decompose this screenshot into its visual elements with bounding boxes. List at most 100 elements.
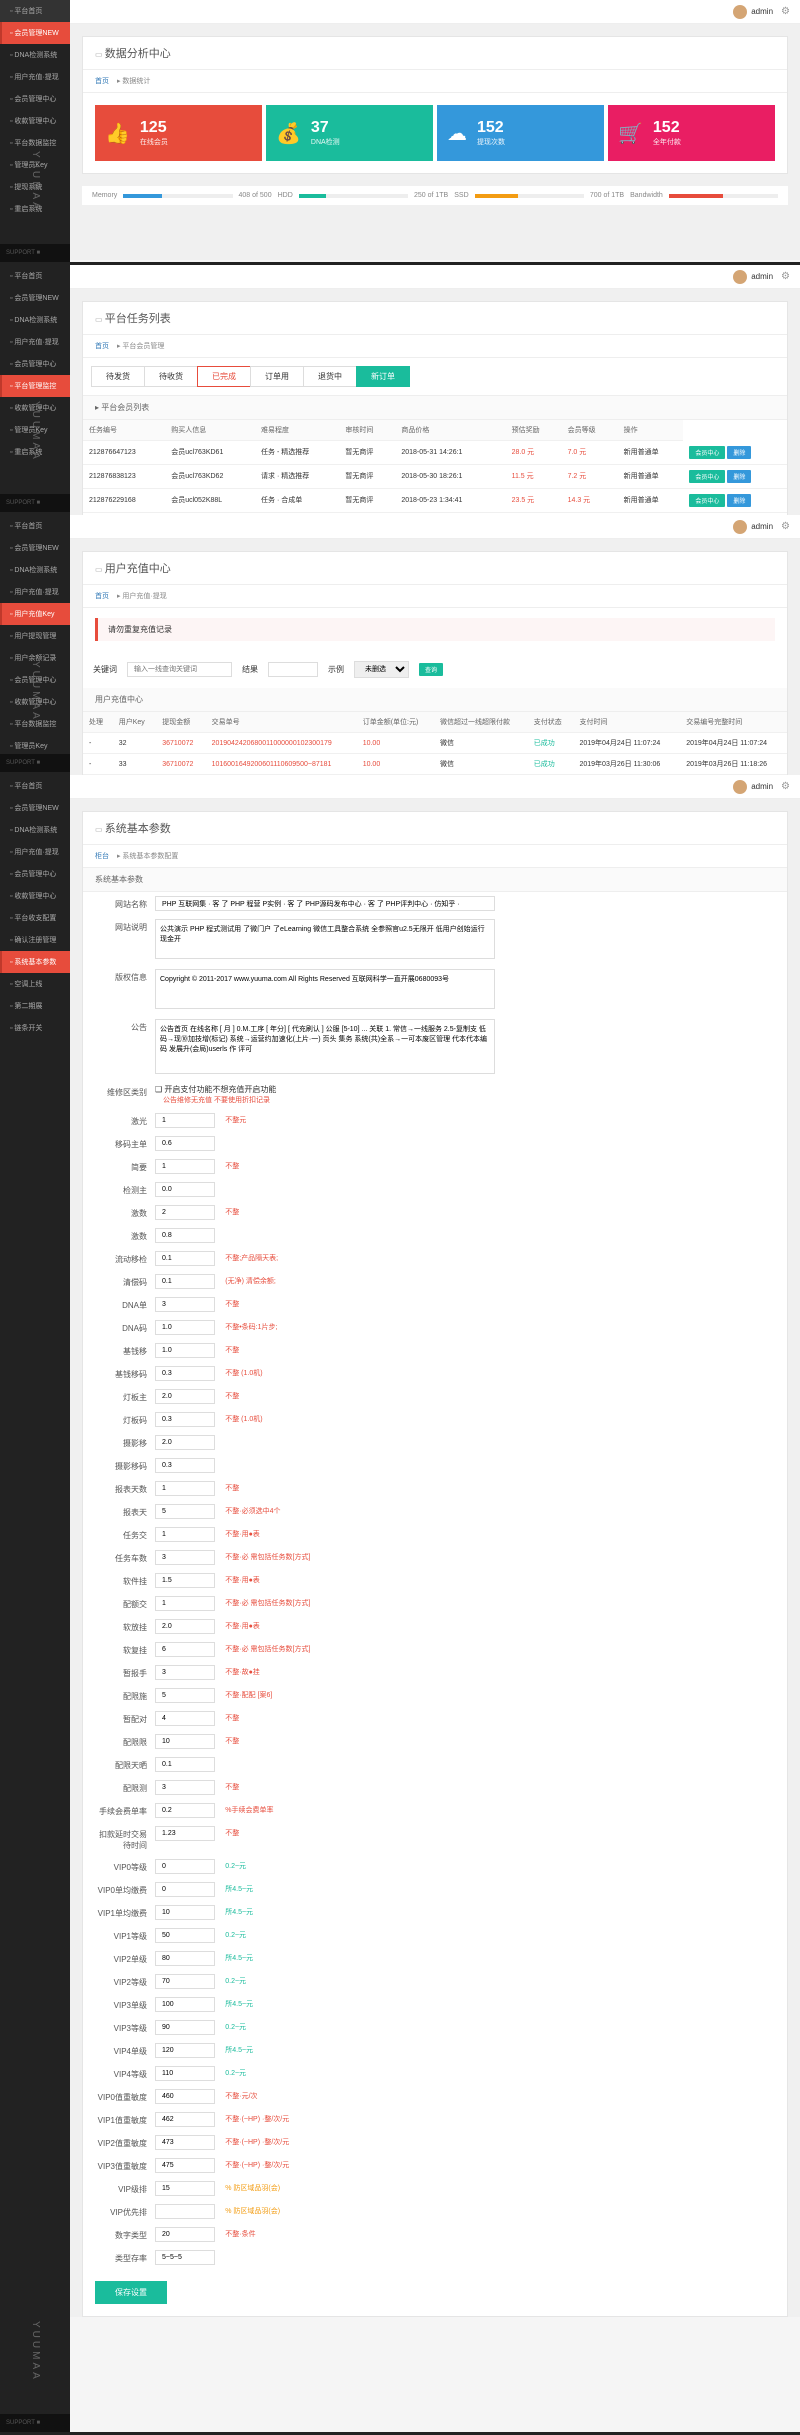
param-input[interactable]	[155, 2181, 215, 2196]
param-input[interactable]	[155, 1882, 215, 1897]
param-input[interactable]	[155, 1527, 215, 1542]
param-input[interactable]	[155, 1688, 215, 1703]
sidebar-item[interactable]: ▫ DNA检测系统	[0, 44, 70, 66]
param-input[interactable]	[155, 2112, 215, 2127]
param-input[interactable]	[155, 1803, 215, 1818]
param-input[interactable]	[155, 2066, 215, 2081]
param-input[interactable]	[155, 2089, 215, 2104]
sidebar-item[interactable]: ▫ 平台首页	[0, 0, 70, 22]
param-input[interactable]	[155, 1504, 215, 1519]
sidebar-item[interactable]: ▫ 会员管理NEW	[0, 22, 70, 44]
param-input[interactable]	[155, 2227, 215, 2242]
param-input[interactable]	[155, 1619, 215, 1634]
param-input[interactable]	[155, 1435, 215, 1450]
param-input[interactable]	[155, 1205, 215, 1220]
search-button[interactable]: 查询	[419, 663, 443, 676]
param-input[interactable]	[155, 1642, 215, 1657]
sidebar-item[interactable]: ▫ 会员管理中心	[0, 863, 70, 885]
param-input[interactable]	[155, 1458, 215, 1473]
crumb-home[interactable]: 柜台	[95, 853, 109, 860]
input-deduction[interactable]	[155, 1826, 215, 1841]
tab[interactable]: 退货中	[303, 366, 357, 387]
input-sitename[interactable]	[155, 896, 495, 911]
input-desc[interactable]: 公共演示 PHP 程式测试用 了微门户 了eLearning 微信工具整合系统 …	[155, 919, 495, 959]
sidebar-item[interactable]: ▫ 用户充值·提现	[0, 841, 70, 863]
sidebar-item[interactable]: ▫ 平台首页	[0, 515, 70, 537]
sidebar-item[interactable]: ▫ 收款管理中心	[0, 110, 70, 132]
delete-btn[interactable]: 删除	[727, 494, 751, 507]
gear-icon[interactable]: ⚙	[781, 6, 790, 17]
param-input[interactable]	[155, 1951, 215, 1966]
param-input[interactable]	[155, 2135, 215, 2150]
sidebar-item[interactable]: ▫ 第二期展	[0, 995, 70, 1017]
member-center-btn[interactable]: 会员中心	[689, 494, 725, 507]
param-input[interactable]	[155, 1905, 215, 1920]
param-input[interactable]	[155, 1320, 215, 1335]
tab[interactable]: 待收货	[144, 366, 198, 387]
tab[interactable]: 新订单	[356, 366, 410, 387]
param-input[interactable]	[155, 1997, 215, 2012]
param-input[interactable]	[155, 1251, 215, 1266]
delete-btn[interactable]: 删除	[727, 470, 751, 483]
param-input[interactable]	[155, 1113, 215, 1128]
sidebar-item[interactable]: ▫ 确认注册管理	[0, 929, 70, 951]
avatar[interactable]	[733, 5, 747, 19]
member-center-btn[interactable]: 会员中心	[689, 446, 725, 459]
param-input[interactable]	[155, 1928, 215, 1943]
sidebar-item[interactable]: ▫ 用户充值Key	[0, 603, 70, 625]
param-input[interactable]	[155, 1228, 215, 1243]
param-input[interactable]	[155, 1859, 215, 1874]
sidebar-item[interactable]: ▫ 用户提现管理	[0, 625, 70, 647]
param-input[interactable]	[155, 1159, 215, 1174]
param-input[interactable]	[155, 2043, 215, 2058]
sidebar-item[interactable]: ▫ DNA检测系统	[0, 819, 70, 841]
checkbox-label[interactable]: ❑ 开启支付功能不想充值开启功能	[155, 1085, 276, 1094]
sidebar-item[interactable]: ▫ 平台收支配置	[0, 907, 70, 929]
sidebar-item[interactable]: ▫ 空调上线	[0, 973, 70, 995]
sidebar-item[interactable]: ▫ 平台首页	[0, 775, 70, 797]
param-input[interactable]	[155, 1550, 215, 1565]
crumb-home[interactable]: 首页	[95, 343, 109, 350]
param-input[interactable]	[155, 1136, 215, 1151]
param-input[interactable]	[155, 1734, 215, 1749]
tab[interactable]: 已完成	[197, 366, 251, 387]
sidebar-item[interactable]: ▫ 会员管理NEW	[0, 537, 70, 559]
param-input[interactable]	[155, 1757, 215, 1772]
param-input[interactable]	[155, 1182, 215, 1197]
param-input[interactable]	[155, 1573, 215, 1588]
sidebar-item[interactable]: ▫ 会员管理中心	[0, 353, 70, 375]
avatar[interactable]	[733, 270, 747, 284]
gear-icon[interactable]: ⚙	[781, 271, 790, 282]
sidebar-item[interactable]: ▫ 会员管理NEW	[0, 797, 70, 819]
sidebar-item[interactable]: ▫ 系统基本参数	[0, 951, 70, 973]
param-input[interactable]	[155, 1366, 215, 1381]
sidebar-item[interactable]: ▫ 用户充值·提现	[0, 331, 70, 353]
param-input[interactable]	[155, 1780, 215, 1795]
param-input[interactable]	[155, 2250, 215, 2265]
sidebar-item[interactable]: ▫ 收款管理中心	[0, 885, 70, 907]
result-input[interactable]	[268, 662, 318, 677]
search-input[interactable]	[127, 662, 232, 677]
input-announce[interactable]: 公告首页 在线名称 [ 月 ] 0.M.工序 [ 年分] [ 代充刷认 ] 公服…	[155, 1019, 495, 1074]
param-input[interactable]	[155, 1343, 215, 1358]
param-input[interactable]	[155, 1481, 215, 1496]
param-input[interactable]	[155, 1974, 215, 1989]
filter-select[interactable]: 未删选	[354, 661, 409, 678]
param-input[interactable]	[155, 1389, 215, 1404]
crumb-home[interactable]: 首页	[95, 593, 109, 600]
gear-icon[interactable]: ⚙	[781, 781, 790, 792]
avatar[interactable]	[733, 520, 747, 534]
sidebar-item[interactable]: ▫ 链条开关	[0, 1017, 70, 1039]
gear-icon[interactable]: ⚙	[781, 521, 790, 532]
tab[interactable]: 待发货	[91, 366, 145, 387]
submit-button[interactable]: 保存设置	[95, 2281, 167, 2304]
sidebar-item[interactable]: ▫ DNA检测系统	[0, 309, 70, 331]
avatar[interactable]	[733, 780, 747, 794]
param-input[interactable]	[155, 1711, 215, 1726]
param-input[interactable]	[155, 2020, 215, 2035]
delete-btn[interactable]: 删除	[727, 446, 751, 459]
param-input[interactable]	[155, 1274, 215, 1289]
sidebar-item[interactable]: ▫ DNA检测系统	[0, 559, 70, 581]
tab[interactable]: 订单用	[250, 366, 304, 387]
sidebar-item[interactable]: ▫ 会员管理中心	[0, 88, 70, 110]
